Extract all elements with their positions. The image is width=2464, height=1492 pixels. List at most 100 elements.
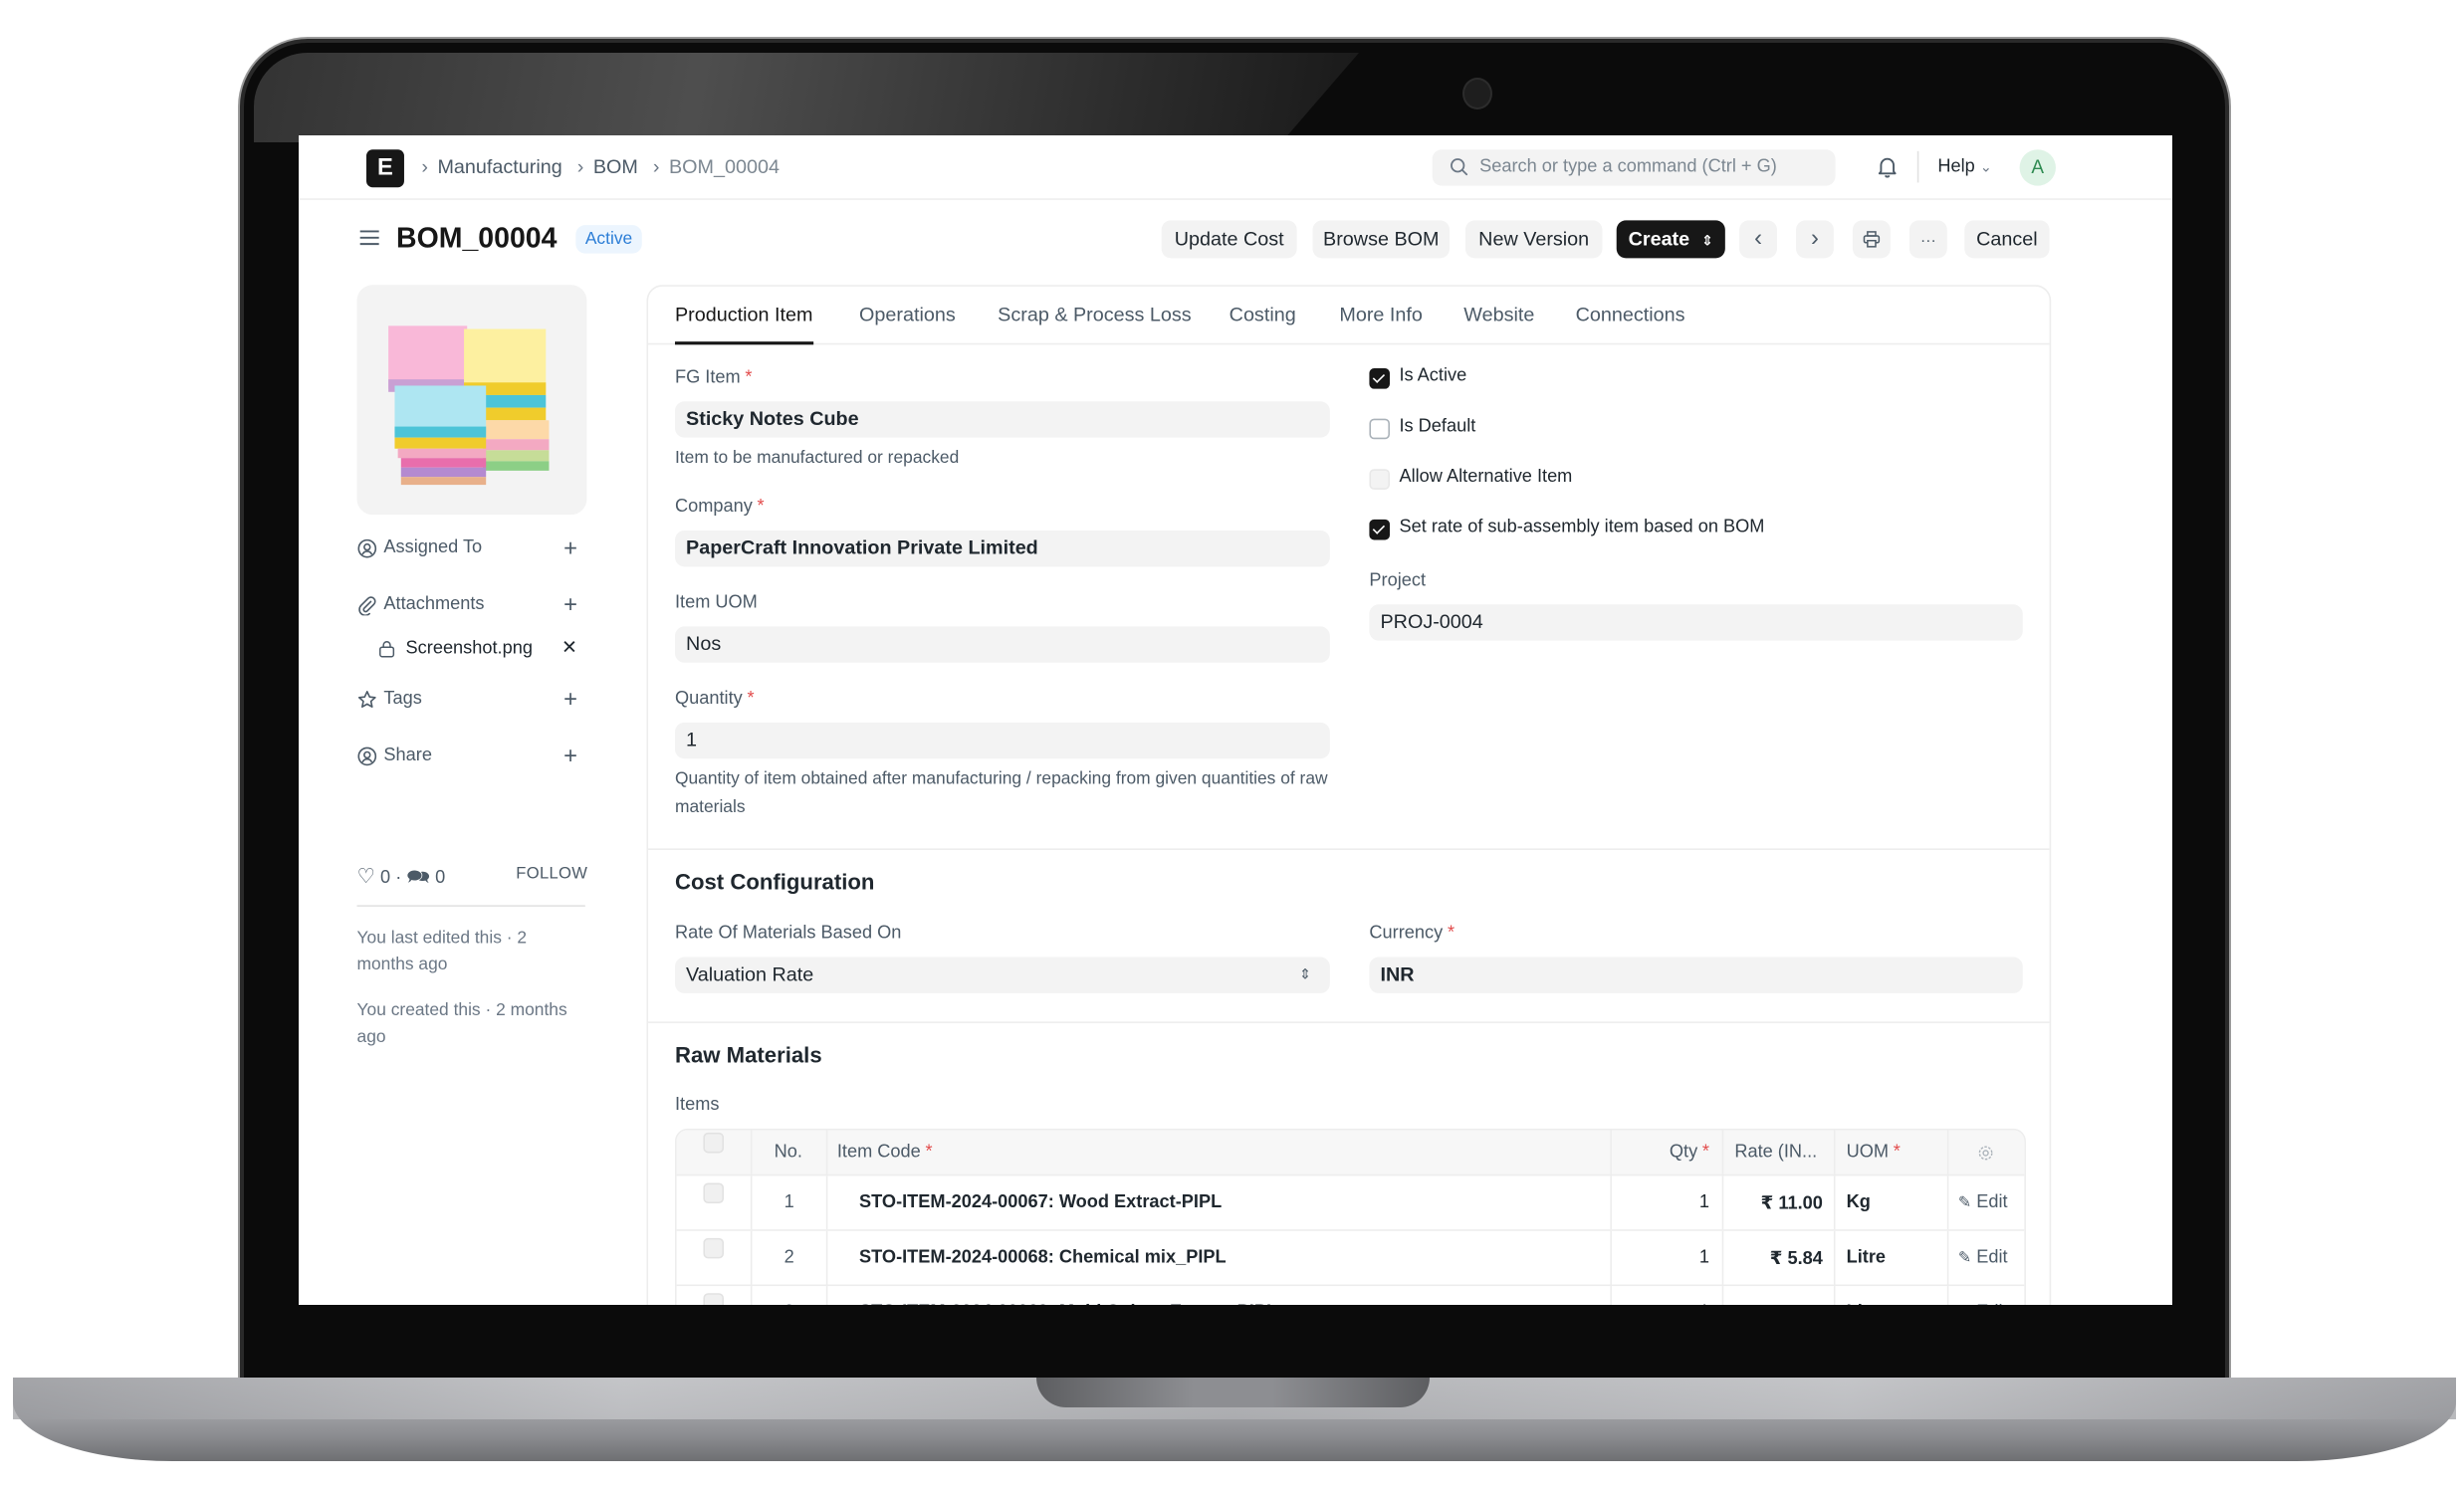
close-icon[interactable]: ✕ — [561, 636, 577, 658]
quantity-field[interactable]: 1 — [674, 722, 1330, 759]
rate-cell[interactable]: ₹ 11.00 — [1723, 1175, 1836, 1230]
row-checkbox[interactable] — [703, 1293, 725, 1305]
sidebar-toggle-icon[interactable] — [358, 227, 380, 249]
comment-icon[interactable]: 🗪︎ — [406, 866, 430, 888]
row-checkbox[interactable] — [703, 1182, 725, 1204]
section-divider — [648, 1021, 2050, 1023]
tab-scrap-process-loss[interactable]: Scrap & Process Loss — [998, 304, 1191, 325]
item-code-cell[interactable]: STO-ITEM-2024-00068: Chemical mix_PIPL — [827, 1230, 1612, 1285]
sticky-notes-image — [388, 325, 550, 486]
breadcrumb-current[interactable]: BOM_00004 — [669, 156, 780, 178]
attachment-item[interactable]: Screenshot.png ✕ — [377, 636, 586, 664]
sidebar-share[interactable]: Share + — [357, 743, 587, 770]
edit-cell[interactable]: ✎ Edit — [1948, 1175, 2024, 1229]
cancel-button[interactable]: Cancel — [1964, 220, 2050, 259]
tab-operations[interactable]: Operations — [859, 304, 956, 325]
attachment-filename[interactable]: Screenshot.png — [406, 639, 533, 658]
follow-button[interactable]: FOLLOW — [516, 864, 587, 883]
chevron-down-icon: ⌄ — [1979, 158, 1992, 175]
more-actions-button[interactable]: ··· — [1908, 220, 1947, 259]
uom-cell[interactable]: Litre — [1836, 1230, 1949, 1285]
edit-cell[interactable]: ✎ Edit — [1948, 1286, 2024, 1305]
breadcrumb-separator: › — [576, 155, 584, 178]
fg-item-field[interactable]: Sticky Notes Cube — [674, 401, 1330, 438]
update-cost-button[interactable]: Update Cost — [1161, 220, 1297, 259]
sidebar-divider — [356, 905, 585, 907]
checkbox-checked[interactable] — [1369, 519, 1390, 540]
rate-based-on-select[interactable]: Valuation Rate ⇕ — [674, 957, 1330, 993]
rate-cell[interactable]: ₹ 5.84 — [1723, 1230, 1836, 1285]
item-uom-field[interactable]: Nos — [674, 626, 1330, 663]
heart-icon[interactable]: ♡ — [357, 864, 375, 888]
qty-cell[interactable]: 1 — [1612, 1286, 1724, 1305]
breadcrumb-separator: › — [421, 155, 428, 178]
uom-cell[interactable]: Kg — [1836, 1175, 1949, 1230]
col-settings — [1948, 1131, 2024, 1174]
breadcrumb-bom[interactable]: BOM — [593, 156, 638, 178]
print-button[interactable] — [1852, 220, 1891, 259]
plus-icon[interactable]: + — [563, 687, 577, 714]
attachments-label: Attachments — [383, 594, 485, 614]
create-button[interactable]: Create ⇕ — [1616, 220, 1725, 259]
rate-cell[interactable]: ₹ 5.83 — [1723, 1286, 1836, 1305]
dot-separator: · — [395, 868, 402, 888]
currency-field[interactable]: INR — [1369, 957, 2023, 993]
edit-button[interactable]: ✎ Edit — [1958, 1303, 2007, 1305]
sidebar-assigned-to[interactable]: Assigned To + — [357, 535, 587, 563]
item-code: STO-ITEM-2024-00067: Wood Extract-PIPL — [859, 1192, 1223, 1212]
sidebar-tags[interactable]: Tags + — [357, 687, 587, 715]
bell-icon[interactable] — [1875, 154, 1900, 179]
edit-button[interactable]: ✎ Edit — [1958, 1193, 2008, 1212]
row-no-cell: 1 — [752, 1175, 828, 1230]
next-button[interactable]: › — [1796, 220, 1834, 259]
row-checkbox[interactable] — [703, 1237, 725, 1259]
tab-costing[interactable]: Costing — [1230, 304, 1296, 325]
tab-more-info[interactable]: More Info — [1339, 304, 1423, 325]
required-marker: * — [1701, 1143, 1710, 1163]
table-row[interactable]: 1 STO-ITEM-2024-00067: Wood Extract-PIPL 1… — [676, 1175, 2025, 1231]
table-header: No. Item Code * Qty * Rate (IN... UOM * — [676, 1130, 2025, 1176]
table-row[interactable]: 2 STO-ITEM-2024-00068: Chemical mix_PIPL 1… — [676, 1230, 2025, 1287]
company-field[interactable]: PaperCraft Innovation Private Limited — [674, 530, 1330, 567]
edit-cell[interactable]: ✎ Edit — [1948, 1231, 2024, 1285]
select-arrows-icon: ⇕ — [1298, 966, 1311, 982]
row-select-cell — [677, 1175, 753, 1230]
avatar[interactable]: A — [2019, 149, 2056, 186]
plus-icon[interactable]: + — [563, 592, 577, 619]
breadcrumb-manufacturing[interactable]: Manufacturing — [437, 156, 561, 178]
required-marker: * — [1893, 1143, 1901, 1163]
qty-cell[interactable]: 1 — [1612, 1230, 1724, 1285]
uom-cell[interactable]: Litre — [1836, 1286, 1949, 1305]
help-dropdown[interactable]: Help ⌄ — [1937, 157, 1991, 176]
new-version-button[interactable]: New Version — [1464, 220, 1603, 259]
items-table: No. Item Code * Qty * Rate (IN... UOM * 1 ST… — [674, 1128, 2026, 1305]
tab-production-item[interactable]: Production Item — [674, 304, 812, 344]
app-logo[interactable]: E — [366, 149, 404, 188]
screen-glare — [254, 53, 1359, 142]
edit-button[interactable]: ✎ Edit — [1958, 1248, 2008, 1267]
tab-connections[interactable]: Connections — [1576, 304, 1685, 325]
item-code-cell[interactable]: STO-ITEM-2024-00069: Multi Colour Extrac… — [827, 1286, 1612, 1305]
checkbox-unchecked[interactable] — [1369, 418, 1390, 440]
table-row[interactable]: 3 STO-ITEM-2024-00069: Multi Colour Extra… — [677, 1286, 2025, 1305]
edit-label: Edit — [1976, 1248, 2008, 1268]
qty-cell[interactable]: 1 — [1612, 1175, 1724, 1230]
item-image[interactable] — [356, 285, 587, 516]
required-marker: * — [757, 497, 765, 517]
rate-based-on-value: Valuation Rate — [686, 962, 814, 986]
search-input[interactable]: Search or type a command (Ctrl + G) — [1432, 149, 1836, 186]
status-badge: Active — [575, 225, 642, 254]
breadcrumb: › Manufacturing › BOM › BOM_00004 — [421, 156, 788, 178]
gear-icon[interactable] — [1977, 1145, 1994, 1162]
plus-icon[interactable]: + — [563, 535, 577, 562]
lock-icon — [379, 641, 395, 658]
sidebar-attachments[interactable]: Attachments + — [357, 592, 587, 620]
plus-icon[interactable]: + — [563, 743, 577, 769]
checkbox-checked[interactable] — [1369, 368, 1390, 389]
tab-website[interactable]: Website — [1463, 304, 1534, 325]
project-field[interactable]: PROJ-0004 — [1369, 604, 2023, 641]
previous-button[interactable]: ‹ — [1739, 220, 1778, 259]
select-all-checkbox[interactable] — [703, 1132, 725, 1154]
item-code-cell[interactable]: STO-ITEM-2024-00067: Wood Extract-PIPL — [827, 1175, 1612, 1230]
browse-bom-button[interactable]: Browse BOM — [1312, 220, 1451, 259]
